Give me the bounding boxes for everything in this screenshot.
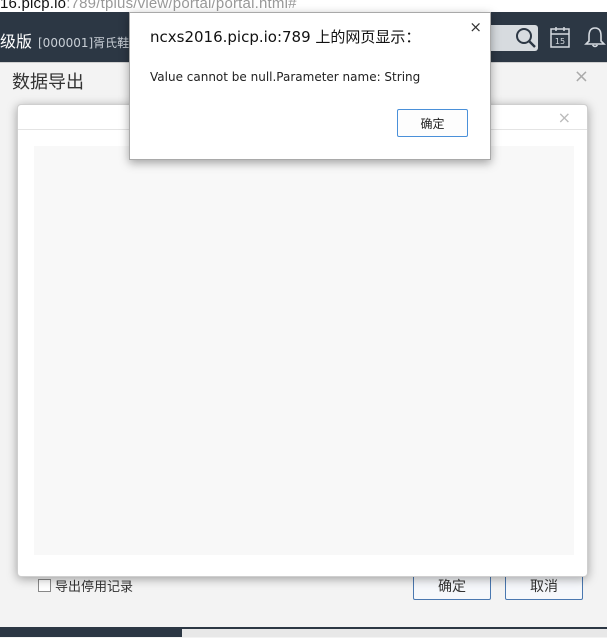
bottom-strip bbox=[0, 627, 607, 637]
bell-icon[interactable] bbox=[584, 26, 606, 48]
alert-title: ncxs2016.picp.io:789 上的网页显示： bbox=[150, 28, 421, 46]
browser-alert-dialog: ncxs2016.picp.io:789 上的网页显示： × Value can… bbox=[129, 12, 491, 160]
modal-content-area bbox=[34, 146, 574, 555]
company-name[interactable]: [000001]胥氏鞋行 bbox=[38, 34, 130, 51]
alert-close-icon[interactable]: × bbox=[469, 18, 482, 36]
search-icon[interactable] bbox=[514, 26, 538, 50]
url-host: 16.picp.io bbox=[0, 0, 67, 12]
dialog-close-icon[interactable]: × bbox=[574, 66, 589, 87]
checkbox-box[interactable] bbox=[38, 579, 51, 592]
calendar-icon[interactable]: 15 bbox=[550, 26, 570, 48]
dialog-title: 数据导出 bbox=[12, 72, 84, 93]
inner-modal: × bbox=[17, 104, 588, 577]
browser-address-bar[interactable]: 16.picp.io:789/tplus/view/portal/portal.… bbox=[0, 0, 607, 12]
address-url: 16.picp.io:789/tplus/view/portal/portal.… bbox=[0, 0, 297, 12]
alert-ok-button[interactable]: 确定 bbox=[397, 109, 468, 137]
alert-message: Value cannot be null.Parameter name: Str… bbox=[150, 70, 421, 84]
calendar-day: 15 bbox=[555, 37, 565, 46]
app-title: 级版 bbox=[0, 32, 33, 51]
url-path: :789/tplus/view/portal/portal.html# bbox=[66, 0, 297, 12]
bottom-strip-panel bbox=[182, 629, 607, 637]
export-disabled-records-checkbox[interactable]: 导出停用记录 bbox=[38, 576, 133, 595]
checkbox-label: 导出停用记录 bbox=[55, 580, 134, 595]
modal-close-icon[interactable]: × bbox=[558, 108, 571, 127]
